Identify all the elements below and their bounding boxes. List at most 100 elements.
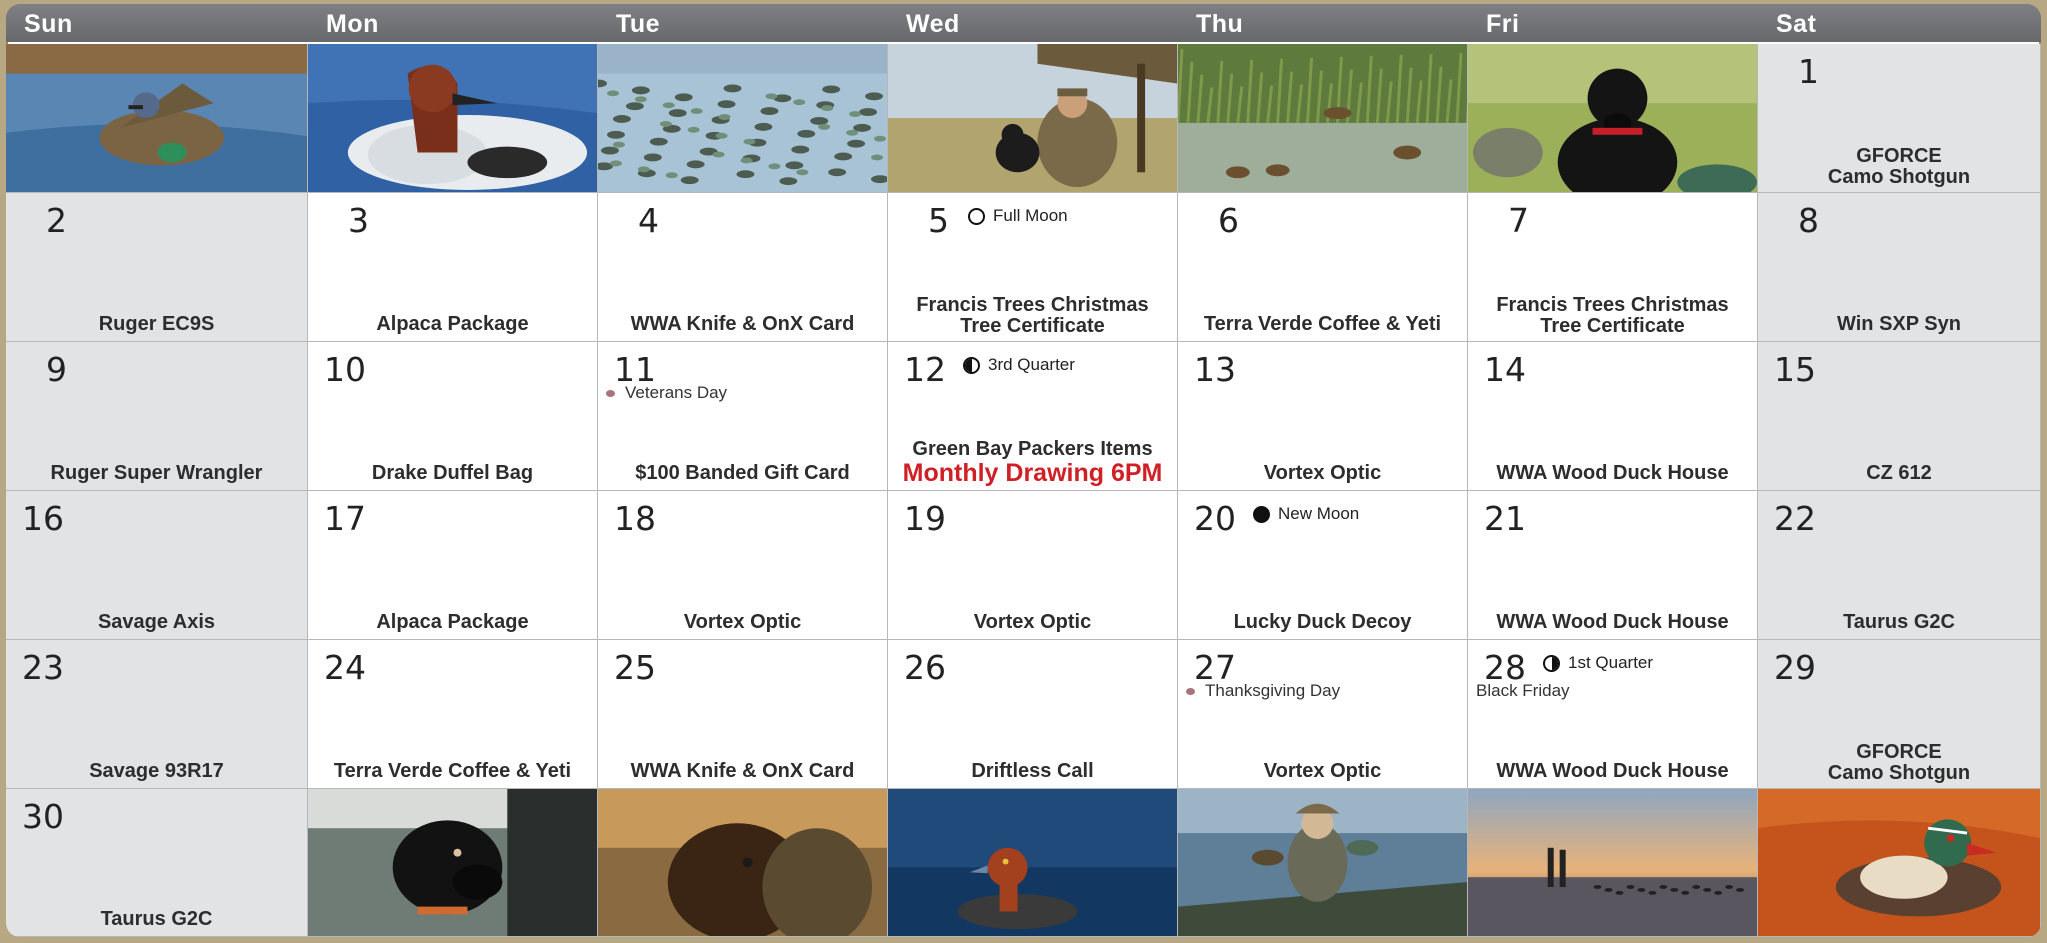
prize-label: Taurus G2C — [100, 908, 213, 930]
chocolate-lab-photo — [598, 789, 887, 936]
day-number: 22 — [1774, 499, 1816, 538]
day-cell-13: 13 Vortex Optic — [1178, 342, 1468, 491]
moon-phase-label: 1st Quarter — [1568, 653, 1654, 672]
moon-phase: 1st Quarter — [1543, 653, 1653, 673]
calendar-photo-cell — [1178, 44, 1468, 193]
day-cell-8: 8 Win SXP Syn — [1758, 193, 2041, 342]
prize-label: Vortex Optic — [683, 611, 802, 633]
prize-label: WWA Wood Duck House — [1496, 760, 1729, 782]
first-quarter-moon-icon — [1543, 654, 1560, 672]
prize-label: Savage 93R17 — [89, 760, 224, 782]
day-number: 10 — [324, 350, 366, 389]
day-number: 29 — [1774, 648, 1816, 687]
prize-label: Vortex Optic — [973, 611, 1092, 633]
calendar-photo-cell — [6, 44, 308, 193]
black-lab-photo — [1468, 44, 1757, 192]
day-cell-2: 2 Ruger EC9S — [6, 193, 308, 342]
canvasback-duck-photo — [308, 44, 597, 192]
day-number: 30 — [22, 797, 64, 836]
calendar-photo-cell — [1468, 44, 1758, 193]
day-note: Black Friday — [1476, 681, 1570, 700]
prize-label: WWA Wood Duck House — [1496, 462, 1729, 484]
holiday-dot-icon — [1186, 687, 1195, 695]
prize-label: Francis Trees Christmas Tree Certificate — [1496, 294, 1729, 337]
day-number: 24 — [324, 648, 366, 687]
day-cell-11: 11 Veterans Day $100 Banded Gift Card — [598, 342, 888, 491]
day-number: 21 — [1484, 499, 1526, 538]
day-number: 15 — [1774, 350, 1816, 389]
calendar-photo-cell — [888, 789, 1178, 937]
prize-label: Drake Duffel Bag — [371, 462, 534, 484]
prize-label: GFORCE Camo Shotgun — [1827, 741, 1971, 784]
day-cell-4: 4 WWA Knife & OnX Card — [598, 193, 888, 342]
prize-label: Ruger Super Wrangler — [50, 462, 263, 484]
full-moon-icon — [968, 207, 985, 225]
prize-label: Alpaca Package — [376, 611, 529, 633]
lab-puppy-in-truck-photo — [308, 789, 597, 936]
day-number: 7 — [1508, 201, 1529, 240]
day-number: 12 — [904, 350, 946, 389]
day-number: 19 — [904, 499, 946, 538]
day-cell-21: 21 WWA Wood Duck House — [1468, 491, 1758, 640]
day-cell-30: 30 Taurus G2C — [6, 789, 308, 937]
weekday-label-wed: Wed — [906, 10, 960, 38]
weekday-label-fri: Fri — [1486, 10, 1520, 38]
day-cell-10: 10 Drake Duffel Bag — [308, 342, 598, 491]
blue-winged-teal-photo — [6, 44, 307, 192]
day-number: 8 — [1798, 201, 1819, 240]
day-number: 20 — [1194, 499, 1236, 538]
calendar-grid: 1 GFORCE Camo Shotgun 2 Ruger EC9S 3 Alpaca P… — [6, 44, 2041, 937]
third-quarter-moon-icon — [963, 356, 980, 374]
calendar-frame: Sun Mon Tue Wed Thu Fri Sat 1 GFORCE Camo Shotg… — [6, 4, 2041, 937]
day-cell-19: 19 Vortex Optic — [888, 491, 1178, 640]
day-cell-6: 6 Terra Verde Coffee & Yeti — [1178, 193, 1468, 342]
day-number: 26 — [904, 648, 946, 687]
day-number: 2 — [46, 201, 67, 240]
prize-label: $100 Banded Gift Card — [635, 462, 850, 484]
weekday-label-sun: Sun — [24, 10, 73, 38]
moon-phase-label: New Moon — [1278, 504, 1360, 523]
holiday-dot-icon — [606, 389, 615, 397]
hunter-with-dog-photo — [888, 44, 1177, 192]
day-cell-24: 24 Terra Verde Coffee & Yeti — [308, 640, 598, 789]
day-cell-23: 23 Savage 93R17 — [6, 640, 308, 789]
day-cell-3: 3 Alpaca Package — [308, 193, 598, 342]
prize-label: WWA Wood Duck House — [1496, 611, 1729, 633]
day-number: 23 — [22, 648, 64, 687]
day-number: 6 — [1218, 201, 1239, 240]
day-cell-18: 18 Vortex Optic — [598, 491, 888, 640]
prize-label: Terra Verde Coffee & Yeti — [1203, 313, 1442, 335]
day-number: 5 — [928, 201, 949, 240]
prize-label: Vortex Optic — [1263, 462, 1382, 484]
weekday-header: Sun Mon Tue Wed Thu Fri Sat — [6, 4, 2041, 42]
day-number: 13 — [1194, 350, 1236, 389]
prize-label: Ruger EC9S — [98, 313, 215, 335]
monthly-drawing-label: Monthly Drawing 6PM — [902, 459, 1163, 487]
holiday-label: Veterans Day — [625, 383, 728, 402]
day-cell-17: 17 Alpaca Package — [308, 491, 598, 640]
calendar-photo-cell — [888, 44, 1178, 193]
day-number: 18 — [614, 499, 656, 538]
day-cell-12: 12 3rd Quarter Green Bay Packers Items Mont… — [888, 342, 1178, 491]
wood-duck-photo — [1758, 789, 2040, 936]
prize-label: Driftless Call — [971, 760, 1094, 782]
weekday-label-mon: Mon — [326, 10, 379, 38]
day-number: 4 — [638, 201, 659, 240]
hunter-in-boat-photo — [1178, 789, 1467, 936]
calendar-photo-cell — [598, 44, 888, 193]
redhead-duck-photo — [888, 789, 1177, 936]
day-number: 1 — [1798, 52, 1819, 91]
prize-label: Francis Trees Christmas Tree Certificate — [916, 294, 1149, 337]
day-number: 9 — [46, 350, 67, 389]
calendar-photo-cell — [1468, 789, 1758, 937]
day-number: 16 — [22, 499, 64, 538]
moon-phase: New Moon — [1253, 504, 1359, 524]
calendar-photo-cell — [308, 44, 598, 193]
prize-label: Vortex Optic — [1263, 760, 1382, 782]
calendar-photo-cell — [308, 789, 598, 937]
moon-phase: Full Moon — [968, 206, 1068, 226]
calendar-photo-cell — [1758, 789, 2041, 937]
day-cell-25: 25 WWA Knife & OnX Card — [598, 640, 888, 789]
day-cell-7: 7 Francis Trees Christmas Tree Certificat… — [1468, 193, 1758, 342]
marsh-ducks-photo — [1178, 44, 1467, 192]
